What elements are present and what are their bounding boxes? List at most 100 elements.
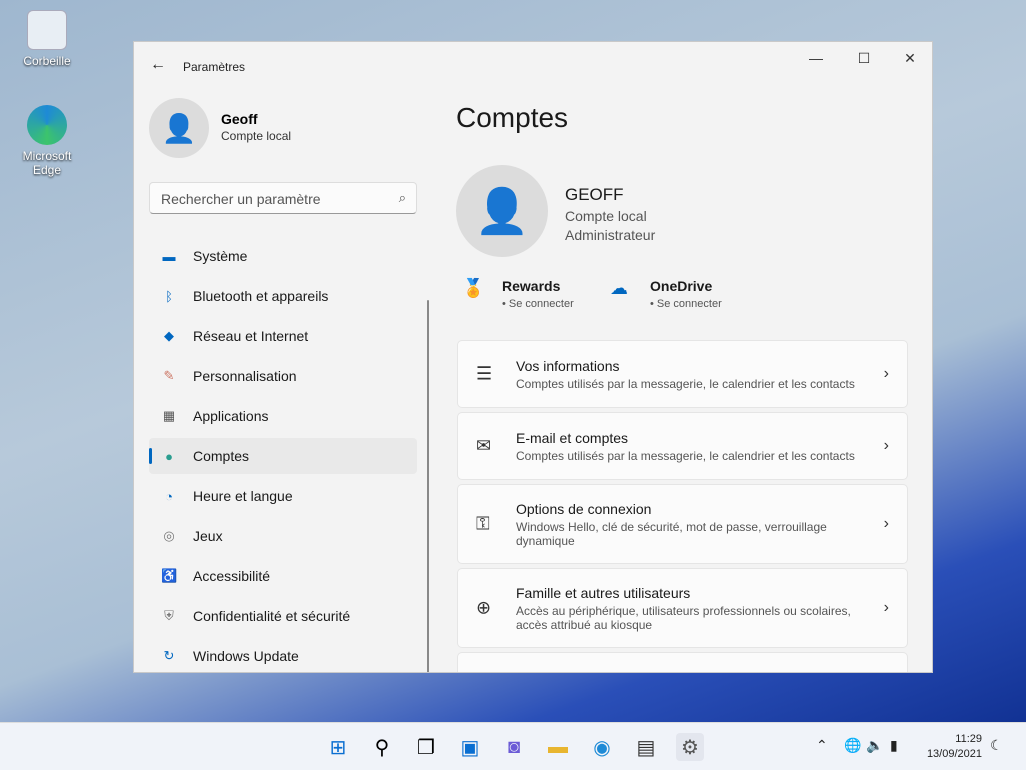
minimize-button[interactable]: — [796, 50, 836, 66]
chevron-up-icon[interactable]: ⌃ [816, 737, 828, 754]
service-name: OneDrive [650, 278, 713, 294]
time: 11:29 [955, 733, 982, 745]
user-name: Geoff [221, 111, 258, 127]
card-family-users[interactable]: ⊕ Famille et autres utilisateurs Accès au … [457, 568, 908, 648]
card-desc: Accès au périphérique, utilisateurs prof… [516, 603, 851, 632]
card-title: Vos informations [516, 357, 620, 374]
system-icon: ▬ [162, 248, 176, 264]
back-arrow-icon[interactable]: ← [150, 56, 166, 74]
desktop-icon-recycle-bin[interactable]: Corbeille [7, 10, 87, 68]
add-person-icon: ⊕ [476, 597, 492, 618]
widgets-icon[interactable]: ▣ [456, 733, 484, 761]
sidebar-item-gaming[interactable]: ◎ Jeux [149, 518, 417, 554]
sidebar-item-personalization[interactable]: ✎ Personnalisation [149, 358, 417, 394]
sidebar-item-bluetooth[interactable]: ᛒ Bluetooth et appareils [149, 278, 417, 314]
card-title: Options de connexion [516, 500, 652, 517]
accessibility-icon: ♿ [161, 568, 178, 583]
volume-icon[interactable]: 🔈 [866, 737, 883, 754]
sidebar-item-time[interactable]: ◔ Heure et langue [149, 478, 417, 514]
user-type: Compte local [221, 129, 292, 143]
search-input[interactable]: Rechercher un paramètre ⌕ [149, 182, 417, 214]
service-status[interactable]: • Se connecter [502, 298, 574, 310]
clock[interactable]: 11:29 13/09/2021 [927, 732, 982, 762]
mail-icon: ✉ [476, 435, 492, 456]
update-icon: ↻ [163, 648, 175, 663]
store-icon[interactable]: ▤ [632, 733, 660, 761]
chevron-right-icon: › [883, 515, 889, 532]
sidebar-item-label: Réseau et Internet [193, 328, 309, 344]
apps-icon: ▦ [162, 408, 176, 423]
chat-icon[interactable]: ◙ [500, 733, 528, 761]
card-your-info[interactable]: ☰ Vos informations Comptes utilisés par la… [457, 340, 908, 408]
sidebar-item-label: Jeux [193, 528, 223, 544]
profile-avatar-icon[interactable]: 👤 [456, 165, 548, 257]
person-list-icon: ☰ [476, 363, 493, 384]
sidebar-scrollbar[interactable] [427, 300, 429, 672]
sidebar-item-privacy[interactable]: ⛨ Confidentialité et sécurité [149, 598, 417, 634]
start-icon[interactable]: ⊞ [324, 733, 352, 761]
taskbar: ⊞ ⚲ ❐ ▣ ◙ ▬ ◉ ▤ ⚙ ⌃ 🌐 🔈 ▮ 11:29 13/09/202… [0, 722, 1026, 770]
sidebar-item-network[interactable]: ◆ Réseau et Internet [149, 318, 417, 354]
card-title: E-mail et comptes [516, 429, 629, 446]
shield-icon: ⛨ [164, 608, 174, 623]
search-placeholder: Rechercher un paramètre [161, 191, 321, 207]
sidebar-item-label: Accessibilité [193, 568, 271, 584]
settings-window: ← Paramètres — ☐ ✕ 👤 Geoff Compte local R… [133, 41, 933, 673]
recycle-bin-icon [27, 10, 67, 50]
chevron-right-icon: › [883, 365, 889, 382]
sidebar-item-windows-update[interactable]: ↻ Windows Update [149, 638, 417, 672]
sidebar-item-label: Comptes [193, 448, 250, 464]
user-avatar-icon: 👤 [149, 98, 209, 158]
card-sign-in-options[interactable]: ⚿ Options de connexion Windows Hello, clé … [457, 484, 908, 564]
sidebar-item-label: Windows Update [193, 648, 299, 664]
card-partial[interactable] [457, 652, 908, 672]
clock-globe-icon: ◔ [165, 488, 173, 504]
page-title: Comptes [456, 102, 569, 133]
card-desc: Comptes utilisés par la messagerie, le c… [516, 376, 855, 391]
rewards-service[interactable]: 🏅 Rewards • Se connecter [462, 278, 574, 312]
sidebar-item-label: Confidentialité et sécurité [193, 608, 351, 624]
sidebar-item-apps[interactable]: ▦ Applications [149, 398, 417, 434]
cloud-icon: ☁ [610, 278, 628, 298]
task-view-icon[interactable]: ❐ [412, 733, 440, 761]
onedrive-service[interactable]: ☁ OneDrive • Se connecter [610, 278, 722, 312]
chevron-right-icon: › [883, 599, 889, 616]
date: 13/09/2021 [926, 748, 982, 760]
sidebar-item-accessibility[interactable]: ♿ Accessibilité [149, 558, 417, 594]
window-title: Paramètres [183, 60, 246, 74]
sidebar-item-label: Bluetooth et appareils [193, 288, 329, 304]
profile-role: Administrateur [565, 227, 656, 243]
edge-icon [27, 105, 67, 145]
card-desc: Comptes utilisés par la messagerie, le c… [516, 448, 855, 463]
main-content: Comptes 👤 GEOFF Compte local Administrat… [456, 90, 932, 672]
accounts-icon: ● [165, 448, 173, 464]
sidebar-item-label: Applications [193, 408, 269, 424]
card-email-accounts[interactable]: ✉ E-mail et comptes Comptes utilisés par l… [457, 412, 908, 480]
title-bar: ← Paramètres — ☐ ✕ [134, 42, 932, 90]
close-button[interactable]: ✕ [890, 50, 930, 67]
sidebar: 👤 Geoff Compte local Rechercher un paramè… [134, 90, 434, 672]
file-explorer-icon[interactable]: ▬ [544, 733, 572, 761]
network-icon[interactable]: 🌐 [844, 737, 861, 754]
search-icon: ⌕ [398, 190, 406, 205]
sidebar-item-systeme[interactable]: ▬ Système [149, 238, 417, 274]
maximize-button[interactable]: ☐ [844, 50, 884, 67]
service-name: Rewards [502, 278, 561, 294]
sidebar-user[interactable]: 👤 Geoff Compte local [149, 98, 291, 158]
sidebar-item-label: Heure et langue [193, 488, 293, 504]
profile-name: GEOFF [565, 185, 624, 204]
chevron-right-icon: › [883, 437, 889, 454]
search-icon[interactable]: ⚲ [368, 733, 396, 761]
sidebar-item-accounts[interactable]: ● Comptes [149, 438, 417, 474]
sidebar-item-label: Personnalisation [193, 368, 297, 384]
sidebar-item-label: Système [193, 248, 248, 264]
card-desc: Windows Hello, clé de sécurité, mot de p… [516, 519, 827, 548]
battery-icon[interactable]: ▮ [890, 737, 898, 754]
service-status[interactable]: • Se connecter [650, 298, 722, 310]
desktop-icon-edge[interactable]: Microsoft Edge [7, 105, 87, 177]
edge-icon[interactable]: ◉ [588, 733, 616, 761]
focus-assist-moon-icon[interactable]: ☾ [990, 737, 1003, 754]
controller-icon: ◎ [163, 528, 175, 543]
settings-gear-icon[interactable]: ⚙ [676, 733, 704, 761]
card-title: Famille et autres utilisateurs [516, 584, 691, 601]
